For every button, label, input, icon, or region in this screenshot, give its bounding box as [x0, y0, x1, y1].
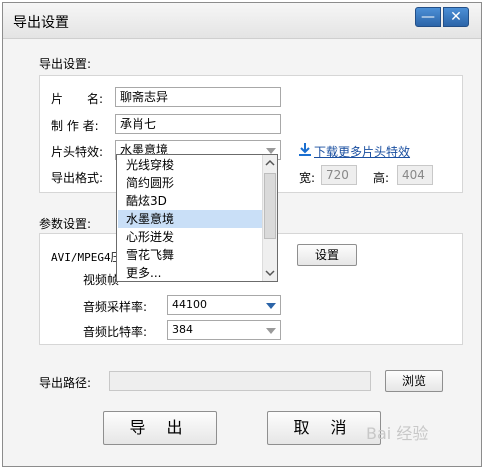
- dropdown-item[interactable]: 水墨意境: [118, 210, 262, 228]
- video-frame-label: 视频帧: [83, 273, 120, 287]
- window-title: 导出设置: [13, 15, 69, 31]
- settings-button[interactable]: 设置: [297, 244, 357, 266]
- scrollbar-thumb[interactable]: [264, 173, 276, 239]
- height-label: 高:: [373, 171, 390, 185]
- producer-field[interactable]: 承肖七: [115, 114, 281, 134]
- intro-effect-dropdown-list: 光线穿梭 简约圆形 酷炫3D 水墨意境 心形迸发 雪花飞舞 更多...: [116, 154, 278, 282]
- export-path-label: 导出路径:: [39, 376, 92, 390]
- export-settings-heading: 导出设置:: [39, 57, 92, 71]
- export-path-field[interactable]: [109, 371, 371, 391]
- cancel-button[interactable]: 取 消: [267, 411, 381, 445]
- sample-rate-select[interactable]: 44100: [167, 295, 281, 315]
- sample-rate-value: 44100: [172, 298, 207, 311]
- format-label: 导出格式:: [51, 171, 104, 185]
- producer-label: 制 作 者:: [51, 119, 99, 133]
- dropdown-item[interactable]: 光线穿梭: [118, 156, 262, 174]
- dropdown-item[interactable]: 酷炫3D: [118, 192, 262, 210]
- intro-effect-label: 片头特效:: [51, 145, 104, 159]
- download-icon: [299, 143, 311, 156]
- bitrate-value: 384: [172, 323, 193, 336]
- dropdown-item[interactable]: 更多...: [118, 264, 262, 282]
- width-field[interactable]: 720: [321, 165, 357, 185]
- minimize-button[interactable]: —: [415, 7, 441, 27]
- params-heading: 参数设置:: [39, 217, 92, 231]
- bitrate-label: 音频比特率:: [83, 325, 148, 339]
- download-more-effects-link[interactable]: 下载更多片头特效: [314, 143, 410, 160]
- export-button[interactable]: 导 出: [103, 411, 217, 445]
- dropdown-item[interactable]: 雪花飞舞: [118, 246, 262, 264]
- name-field[interactable]: 聊斋志异: [115, 87, 281, 107]
- dropdown-scrollbar[interactable]: [262, 155, 277, 281]
- dropdown-item[interactable]: 简约圆形: [118, 174, 262, 192]
- chevron-down-icon: [266, 303, 276, 309]
- bitrate-select[interactable]: 384: [167, 320, 281, 340]
- scroll-down-icon[interactable]: [264, 266, 276, 280]
- close-button[interactable]: ✕: [443, 7, 469, 27]
- browse-button[interactable]: 浏览: [385, 370, 443, 392]
- width-label: 宽:: [299, 171, 316, 185]
- chevron-down-icon: [266, 328, 276, 334]
- height-field[interactable]: 404: [397, 165, 433, 185]
- scroll-up-icon[interactable]: [264, 156, 276, 170]
- watermark: Bai 经验: [366, 424, 429, 443]
- sample-rate-label: 音频采样率:: [83, 300, 148, 314]
- title-bar: 导出设置 — ✕: [3, 3, 481, 39]
- codec-label: AVI/MPEG4压: [51, 251, 122, 264]
- dropdown-item[interactable]: 心形迸发: [118, 228, 262, 246]
- name-label: 片 名:: [51, 92, 104, 106]
